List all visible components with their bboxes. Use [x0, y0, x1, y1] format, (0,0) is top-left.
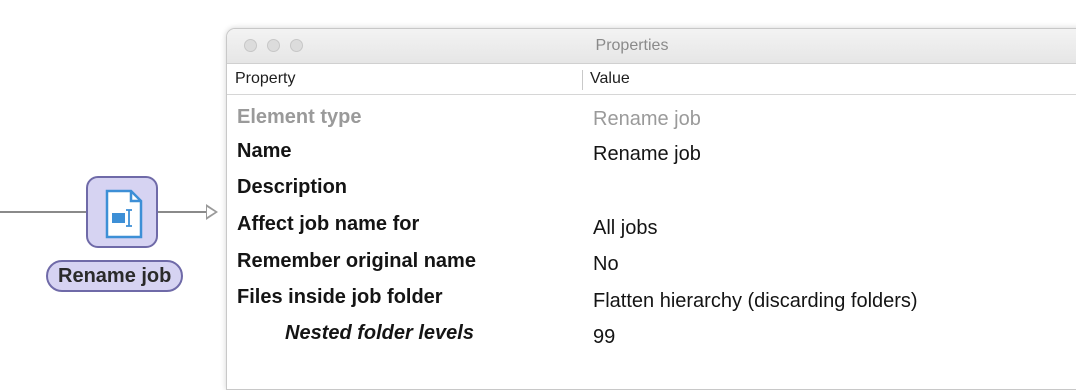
window-title: Properties [595, 37, 669, 54]
column-divider[interactable] [582, 70, 583, 90]
column-header-property[interactable]: Property [235, 64, 295, 94]
property-name: Name [237, 140, 292, 162]
property-row-affect-job-name-for[interactable]: Affect job name for All jobs [227, 208, 1076, 244]
property-name: Remember original name [237, 250, 476, 272]
property-name: Affect job name for [237, 213, 420, 235]
property-value[interactable]: Rename job [593, 143, 701, 166]
property-value: Rename job [593, 108, 701, 130]
property-name: Nested folder levels [285, 322, 474, 344]
rename-document-icon [105, 189, 143, 239]
property-value[interactable]: 99 [593, 326, 615, 349]
property-name: Files inside job folder [237, 286, 443, 308]
element-caption[interactable]: Rename job [46, 260, 184, 292]
incoming-connection-line[interactable] [0, 211, 86, 213]
outgoing-connection-line[interactable] [158, 211, 210, 213]
connection-arrow-icon [206, 204, 218, 220]
rename-job-element[interactable] [86, 176, 158, 248]
properties-table-header: Property Value [227, 64, 1076, 95]
property-row-remember-original-name[interactable]: Remember original name No [227, 245, 1076, 281]
column-header-value[interactable]: Value [590, 64, 630, 94]
property-name: Element type [237, 106, 362, 128]
property-row-nested-folder-levels[interactable]: Nested folder levels 99 [227, 317, 1076, 353]
property-row-name[interactable]: Name Rename job [227, 136, 1076, 172]
property-name: Description [237, 176, 348, 198]
properties-window: Properties Property Value Element type R… [226, 28, 1076, 390]
property-value[interactable]: Flatten hierarchy (discarding folders) [593, 290, 918, 313]
property-row-element-type[interactable]: Element type Rename job [227, 100, 1076, 136]
property-row-description[interactable]: Description [227, 171, 1076, 207]
property-value[interactable]: No [593, 253, 619, 276]
property-value[interactable]: All jobs [593, 217, 657, 240]
window-titlebar[interactable]: Properties [227, 29, 1076, 64]
property-row-files-inside-job-folder[interactable]: Files inside job folder Flatten hierarch… [227, 281, 1076, 317]
